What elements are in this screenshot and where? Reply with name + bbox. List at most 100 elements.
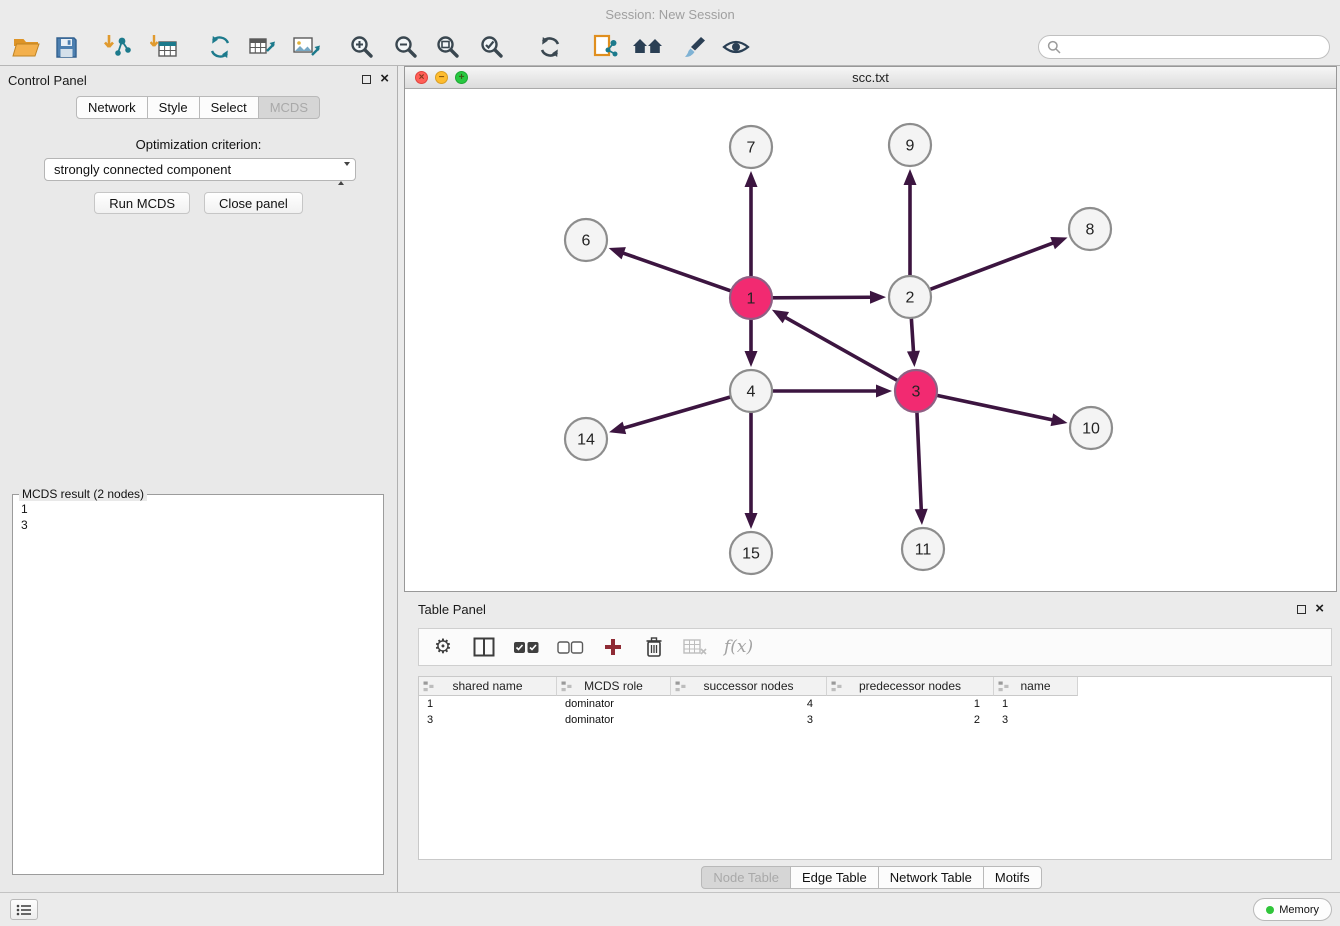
function-builder-icon: f(x) — [724, 634, 753, 660]
graph-edge-2-8[interactable] — [931, 243, 1053, 289]
export-image-icon — [292, 35, 320, 59]
import-table-icon — [150, 34, 178, 60]
column-header-label: successor nodes — [703, 679, 793, 693]
status-bar: Memory — [0, 892, 1340, 926]
graph-edge-4-14[interactable] — [624, 397, 729, 428]
node-label: 10 — [1082, 421, 1100, 438]
tab-mcds[interactable]: MCDS — [258, 96, 320, 119]
zoom-selected-button[interactable] — [476, 32, 508, 62]
column-type-icon — [561, 681, 572, 695]
table-cell[interactable]: 1 — [994, 696, 1078, 712]
table-row[interactable]: 1dominator411 — [419, 696, 1331, 712]
open-file-button[interactable] — [10, 32, 42, 62]
maximize-window-icon[interactable]: + — [455, 71, 468, 84]
zoom-in-button[interactable] — [346, 32, 378, 62]
add-column-icon[interactable] — [601, 634, 625, 660]
column-header-successor-nodes[interactable]: successor nodes — [671, 677, 827, 696]
tab-style[interactable]: Style — [147, 96, 200, 119]
import-table-button[interactable] — [148, 32, 180, 62]
save-session-button[interactable] — [50, 32, 82, 62]
floppy-disk-icon — [55, 36, 78, 59]
split-columns-icon[interactable] — [472, 634, 496, 660]
tab-select[interactable]: Select — [199, 96, 259, 119]
column-header-label: shared name — [452, 679, 522, 693]
column-header-shared-name[interactable]: shared name — [419, 677, 557, 696]
import-network-button[interactable] — [102, 32, 134, 62]
memory-button[interactable]: Memory — [1253, 898, 1332, 921]
graph-edge-3-1[interactable] — [786, 318, 897, 381]
graph-edge-3-11[interactable] — [917, 413, 921, 509]
select-all-icon[interactable] — [513, 634, 540, 660]
column-header-name[interactable]: name — [994, 677, 1078, 696]
tab-edge-table[interactable]: Edge Table — [790, 866, 879, 889]
table-cell[interactable]: 1 — [419, 696, 557, 712]
float-table-panel-icon[interactable] — [1297, 605, 1306, 614]
close-panel-icon[interactable]: × — [380, 73, 389, 85]
column-header-label: name — [1020, 679, 1050, 693]
apply-style-button[interactable] — [678, 32, 710, 62]
zoom-fit-button[interactable] — [432, 32, 464, 62]
table-cell[interactable]: 3 — [419, 712, 557, 728]
graph-edge-1-2[interactable] — [773, 297, 870, 298]
zoom-fit-icon — [436, 35, 460, 59]
table-settings-icon[interactable]: ⚙ — [431, 634, 455, 660]
mcds-result-box: MCDS result (2 nodes) 1 3 — [12, 494, 384, 875]
table-cell[interactable]: 2 — [827, 712, 994, 728]
export-image-button[interactable] — [290, 32, 322, 62]
close-window-icon[interactable]: × — [415, 71, 428, 84]
table-cell[interactable]: 3 — [671, 712, 827, 728]
mcds-result-title: MCDS result (2 nodes) — [19, 487, 147, 501]
show-hide-button[interactable] — [720, 32, 752, 62]
column-header-predecessor-nodes[interactable]: predecessor nodes — [827, 677, 994, 696]
table-cell[interactable]: 4 — [671, 696, 827, 712]
column-header-MCDS-role[interactable]: MCDS role — [557, 677, 671, 696]
new-network-button[interactable] — [204, 32, 236, 62]
network-snapshot-button[interactable] — [590, 32, 622, 62]
table-tabs: Node Table Edge Table Network Table Moti… — [404, 866, 1340, 889]
column-type-icon — [998, 681, 1009, 695]
edge-arrowhead — [745, 351, 758, 367]
delete-column-icon[interactable] — [642, 634, 666, 660]
control-panel: Control Panel × Network Style Select MCD… — [0, 66, 398, 892]
graph-edge-2-3[interactable] — [911, 319, 913, 351]
tab-network[interactable]: Network — [76, 96, 148, 119]
refresh-view-button[interactable] — [534, 32, 566, 62]
paint-brush-icon — [681, 35, 707, 59]
column-header-label: MCDS role — [584, 679, 643, 693]
close-table-panel-icon[interactable]: × — [1315, 603, 1324, 615]
zoom-out-button[interactable] — [390, 32, 422, 62]
table-header-row: shared name MCDS role successor nodes prede… — [419, 677, 1331, 696]
table-cell[interactable]: dominator — [557, 696, 671, 712]
graph-edge-1-6[interactable] — [624, 253, 731, 290]
node-label: 6 — [582, 233, 591, 250]
table-cell[interactable]: dominator — [557, 712, 671, 728]
search-field[interactable] — [1038, 35, 1330, 59]
task-history-button[interactable] — [10, 899, 38, 920]
close-panel-button[interactable]: Close panel — [204, 192, 303, 214]
node-table: shared name MCDS role successor nodes prede… — [418, 676, 1332, 860]
tab-motifs[interactable]: Motifs — [983, 866, 1042, 889]
table-cell[interactable]: 3 — [994, 712, 1078, 728]
export-table-button[interactable] — [246, 32, 278, 62]
run-mcds-button[interactable]: Run MCDS — [94, 192, 190, 214]
network-window-titlebar: × − + scc.txt — [405, 67, 1336, 89]
float-panel-icon[interactable] — [362, 75, 371, 84]
search-icon — [1047, 40, 1061, 54]
zoom-in-icon — [350, 35, 374, 59]
minimize-window-icon[interactable]: − — [435, 71, 448, 84]
search-input[interactable] — [1067, 40, 1321, 55]
column-type-icon — [675, 681, 686, 695]
tab-node-table[interactable]: Node Table — [701, 866, 791, 889]
graph-edge-3-10[interactable] — [938, 396, 1052, 420]
table-cell[interactable]: 1 — [827, 696, 994, 712]
edge-arrowhead — [870, 291, 886, 304]
optimization-dropdown[interactable]: strongly connected component — [44, 158, 356, 181]
edge-arrowhead — [609, 247, 626, 259]
table-body: 1dominator4113dominator323 — [419, 696, 1331, 728]
deselect-all-icon[interactable] — [557, 634, 584, 660]
table-row[interactable]: 3dominator323 — [419, 712, 1331, 728]
edge-arrowhead — [904, 169, 917, 185]
network-graph-canvas[interactable]: 7968124314101511 — [405, 89, 1336, 591]
home-view-button[interactable] — [632, 32, 664, 62]
tab-network-table[interactable]: Network Table — [878, 866, 984, 889]
